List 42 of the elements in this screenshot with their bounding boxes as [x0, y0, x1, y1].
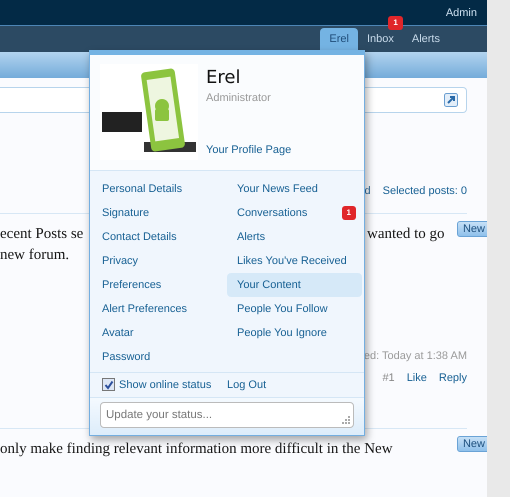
user-title: Administrator — [206, 92, 272, 104]
post-text: new forum. — [0, 246, 70, 265]
menu-link[interactable]: People You Ignore — [227, 321, 362, 345]
menu-link[interactable]: People You Follow — [227, 297, 362, 321]
online-status-checkbox[interactable]: Show online status — [102, 378, 227, 391]
menu-link[interactable]: Personal Details — [102, 177, 227, 201]
menu-link[interactable]: Your News Feed — [227, 177, 362, 201]
menu-link[interactable]: Preferences — [102, 273, 227, 297]
admin-link[interactable]: Admin — [446, 6, 477, 18]
post-text: only make finding relevant information more difficult in the New — [0, 440, 393, 459]
new-badge: New — [456, 221, 487, 237]
logout-link[interactable]: Log Out — [227, 378, 352, 390]
profile-link[interactable]: Your Profile Page — [206, 144, 292, 156]
nav-tab[interactable]: Erel — [320, 28, 358, 52]
menu-link[interactable]: Avatar — [102, 321, 227, 345]
count-badge: 1 — [342, 206, 356, 220]
post-text: wanted to go — [367, 225, 446, 244]
menu-link[interactable]: Contact Details — [102, 225, 227, 249]
selected-posts-link[interactable]: Selected posts: 0 — [382, 185, 467, 197]
menu-link[interactable]: Alert Preferences — [102, 297, 227, 321]
resize-grip-icon[interactable] — [342, 416, 350, 424]
checkbox[interactable] — [102, 378, 115, 391]
menu-link[interactable]: Signature — [102, 201, 227, 225]
menu-link[interactable]: Conversations 1 — [227, 201, 362, 225]
post-action-link[interactable]: Reply — [438, 372, 467, 384]
thread-tools-link[interactable]: d — [364, 185, 371, 197]
menu-link[interactable]: Privacy — [102, 249, 227, 273]
nav-tab[interactable]: Alerts — [402, 28, 449, 52]
count-badge: 1 — [388, 16, 403, 30]
post-action-link[interactable]: Like — [406, 372, 427, 384]
status-field[interactable]: Update your status... — [100, 402, 354, 428]
post-text: ecent Posts se — [0, 225, 84, 244]
post-number[interactable]: #1 — [382, 372, 395, 384]
new-badge: New — [456, 436, 487, 452]
checkbox-label: Show online status — [119, 378, 212, 390]
menu-link[interactable]: Likes You've Received — [227, 249, 362, 273]
menu-link[interactable]: Alerts — [227, 225, 362, 249]
popout-icon[interactable] — [444, 93, 458, 107]
menu-link[interactable]: Password — [102, 345, 227, 369]
nav-tab[interactable]: Inbox — [358, 28, 403, 52]
user-name: Erel — [206, 67, 242, 88]
menu-link[interactable]: Your Content — [227, 273, 362, 297]
